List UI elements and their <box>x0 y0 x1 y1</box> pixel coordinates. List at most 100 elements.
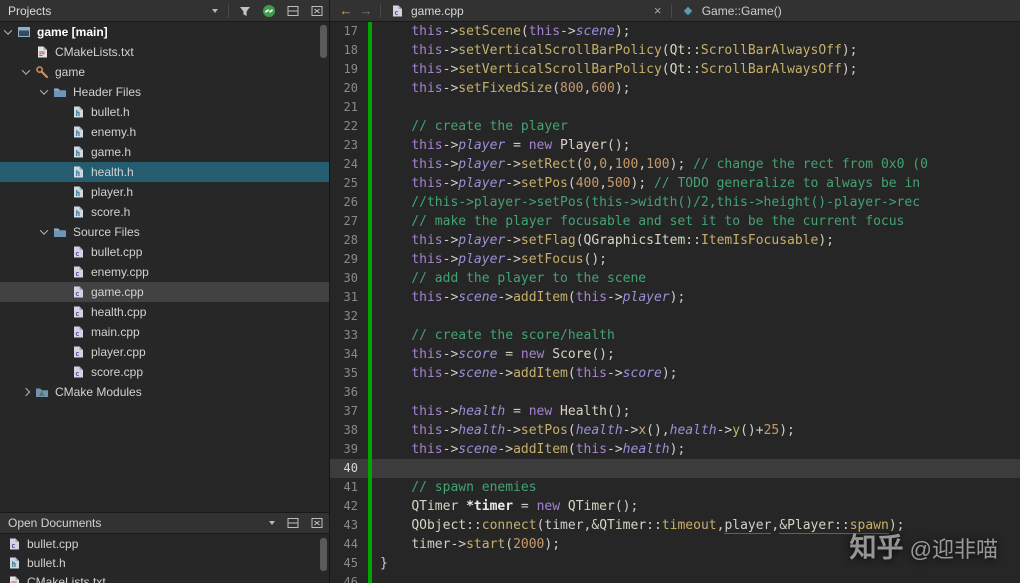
collapse-icon[interactable] <box>39 226 49 235</box>
svg-text:c: c <box>394 9 398 17</box>
line-number[interactable]: 44 <box>330 535 368 554</box>
open-documents-caret-icon[interactable] <box>269 521 275 525</box>
code-line-36: 36 <box>330 383 1020 402</box>
line-number[interactable]: 27 <box>330 212 368 231</box>
open-document-bullet-cpp[interactable]: c bullet.cpp <box>0 534 329 553</box>
go-back-icon[interactable]: ← <box>336 3 356 18</box>
line-number[interactable]: 24 <box>330 155 368 174</box>
line-number[interactable]: 32 <box>330 307 368 326</box>
code-text: this->player = new Player(); <box>411 138 631 153</box>
line-number[interactable]: 26 <box>330 193 368 212</box>
code-text: this->scene->addItem(this->health); <box>411 442 686 457</box>
split-panel-icon[interactable] <box>281 512 305 534</box>
line-number[interactable]: 42 <box>330 497 368 516</box>
tree-item-game[interactable]: game <box>0 62 329 82</box>
product-file-icon <box>34 64 50 80</box>
tree-item-enemy-cpp[interactable]: c enemy.cpp <box>0 262 329 282</box>
tree-scrollbar-thumb[interactable] <box>320 25 327 58</box>
line-number[interactable]: 22 <box>330 117 368 136</box>
tree-item-health-h[interactable]: h health.h <box>0 162 329 182</box>
tree-item-main-cpp[interactable]: c main.cpp <box>0 322 329 342</box>
line-number[interactable]: 39 <box>330 440 368 459</box>
tree-item-player-h[interactable]: h player.h <box>0 182 329 202</box>
line-number[interactable]: 35 <box>330 364 368 383</box>
line-number[interactable]: 18 <box>330 41 368 60</box>
tree-item-bullet-h[interactable]: h bullet.h <box>0 102 329 122</box>
open-documents-scrollbar-thumb[interactable] <box>320 538 327 571</box>
svg-text:h: h <box>76 209 81 218</box>
tree-item-score-h[interactable]: h score.h <box>0 202 329 222</box>
line-number[interactable]: 31 <box>330 288 368 307</box>
tree-item-game-cpp[interactable]: c game.cpp <box>0 282 329 302</box>
projects-combo-caret-icon[interactable] <box>212 8 218 13</box>
sync-with-editor-icon[interactable] <box>257 0 281 22</box>
separator <box>670 3 672 18</box>
expand-icon[interactable] <box>21 387 31 397</box>
cpp-file-icon: c <box>70 264 86 280</box>
cpp-file-icon: c <box>70 304 86 320</box>
h-file-icon: h <box>70 164 86 180</box>
symbol-selector[interactable]: Game::Game() <box>702 4 782 18</box>
line-number[interactable]: 41 <box>330 478 368 497</box>
tree-item-label: health.cpp <box>91 305 147 319</box>
line-number[interactable]: 33 <box>330 326 368 345</box>
code-line-32: 32 <box>330 307 1020 326</box>
code-line-20: 20 this->setFixedSize(800,600); <box>330 79 1020 98</box>
line-number[interactable]: 46 <box>330 573 368 583</box>
editor-toolbar: ← → c game.cpp × Game::Game() <box>330 0 1020 21</box>
tree-item-score-cpp[interactable]: c score.cpp <box>0 362 329 382</box>
code-line-35: 35 this->scene->addItem(this->score); <box>330 364 1020 383</box>
tree-item-header-files[interactable]: Header Files <box>0 82 329 102</box>
tree-item-cmakelists-txt[interactable]: CMakeLists.txt <box>0 42 329 62</box>
filter-icon[interactable] <box>233 0 257 22</box>
code-line-37: 37 this->health = new Health(); <box>330 402 1020 421</box>
open-document-bullet-h[interactable]: h bullet.h <box>0 553 329 572</box>
line-number[interactable]: 20 <box>330 79 368 98</box>
svg-text:c: c <box>75 270 79 278</box>
close-panel-icon[interactable] <box>305 0 329 22</box>
line-number[interactable]: 30 <box>330 269 368 288</box>
tree-item-bullet-cpp[interactable]: c bullet.cpp <box>0 242 329 262</box>
tree-item-source-files[interactable]: Source Files <box>0 222 329 242</box>
line-number[interactable]: 36 <box>330 383 368 402</box>
line-number[interactable]: 45 <box>330 554 368 573</box>
tree-item-game-main-[interactable]: game [main] <box>0 22 329 42</box>
line-number[interactable]: 37 <box>330 402 368 421</box>
code-line-25: 25 this->player->setPos(400,500); // TOD… <box>330 174 1020 193</box>
tree-item-enemy-h[interactable]: h enemy.h <box>0 122 329 142</box>
line-number[interactable]: 28 <box>330 231 368 250</box>
code-editor[interactable]: 17 this->setScene(this->scene); 18 this->… <box>330 22 1020 583</box>
line-number[interactable]: 29 <box>330 250 368 269</box>
code-line-17: 17 this->setScene(this->scene); <box>330 22 1020 41</box>
code-text: this->player->setFocus(); <box>411 252 608 267</box>
line-number[interactable]: 17 <box>330 22 368 41</box>
collapse-icon[interactable] <box>39 86 49 95</box>
tree-item-cmake-modules[interactable]: CMake Modules <box>0 382 329 402</box>
tree-item-label: main.cpp <box>91 325 140 339</box>
line-number[interactable]: 25 <box>330 174 368 193</box>
open-document-cmakelists-txt[interactable]: CMakeLists.txt <box>0 572 329 583</box>
open-document-selector[interactable]: game.cpp <box>411 4 464 18</box>
line-number[interactable]: 38 <box>330 421 368 440</box>
line-number[interactable]: 19 <box>330 60 368 79</box>
line-number[interactable]: 21 <box>330 98 368 117</box>
open-documents-title: Open Documents <box>8 516 102 530</box>
line-number[interactable]: 43 <box>330 516 368 535</box>
go-forward-icon[interactable]: → <box>356 3 376 18</box>
line-number[interactable]: 34 <box>330 345 368 364</box>
separator <box>380 3 381 18</box>
code-line-22: 22 // create the player <box>330 117 1020 136</box>
collapse-icon[interactable] <box>3 26 13 35</box>
svg-text:h: h <box>76 129 81 138</box>
collapse-icon[interactable] <box>21 66 31 75</box>
tree-item-health-cpp[interactable]: c health.cpp <box>0 302 329 322</box>
close-document-icon[interactable]: × <box>649 3 667 18</box>
close-panel-icon[interactable] <box>305 512 329 534</box>
tree-item-player-cpp[interactable]: c player.cpp <box>0 342 329 362</box>
svg-text:h: h <box>12 560 17 569</box>
split-panel-icon[interactable] <box>281 0 305 22</box>
code-text: // create the player <box>380 119 568 134</box>
line-number[interactable]: 40 <box>330 459 368 478</box>
line-number[interactable]: 23 <box>330 136 368 155</box>
tree-item-game-h[interactable]: h game.h <box>0 142 329 162</box>
